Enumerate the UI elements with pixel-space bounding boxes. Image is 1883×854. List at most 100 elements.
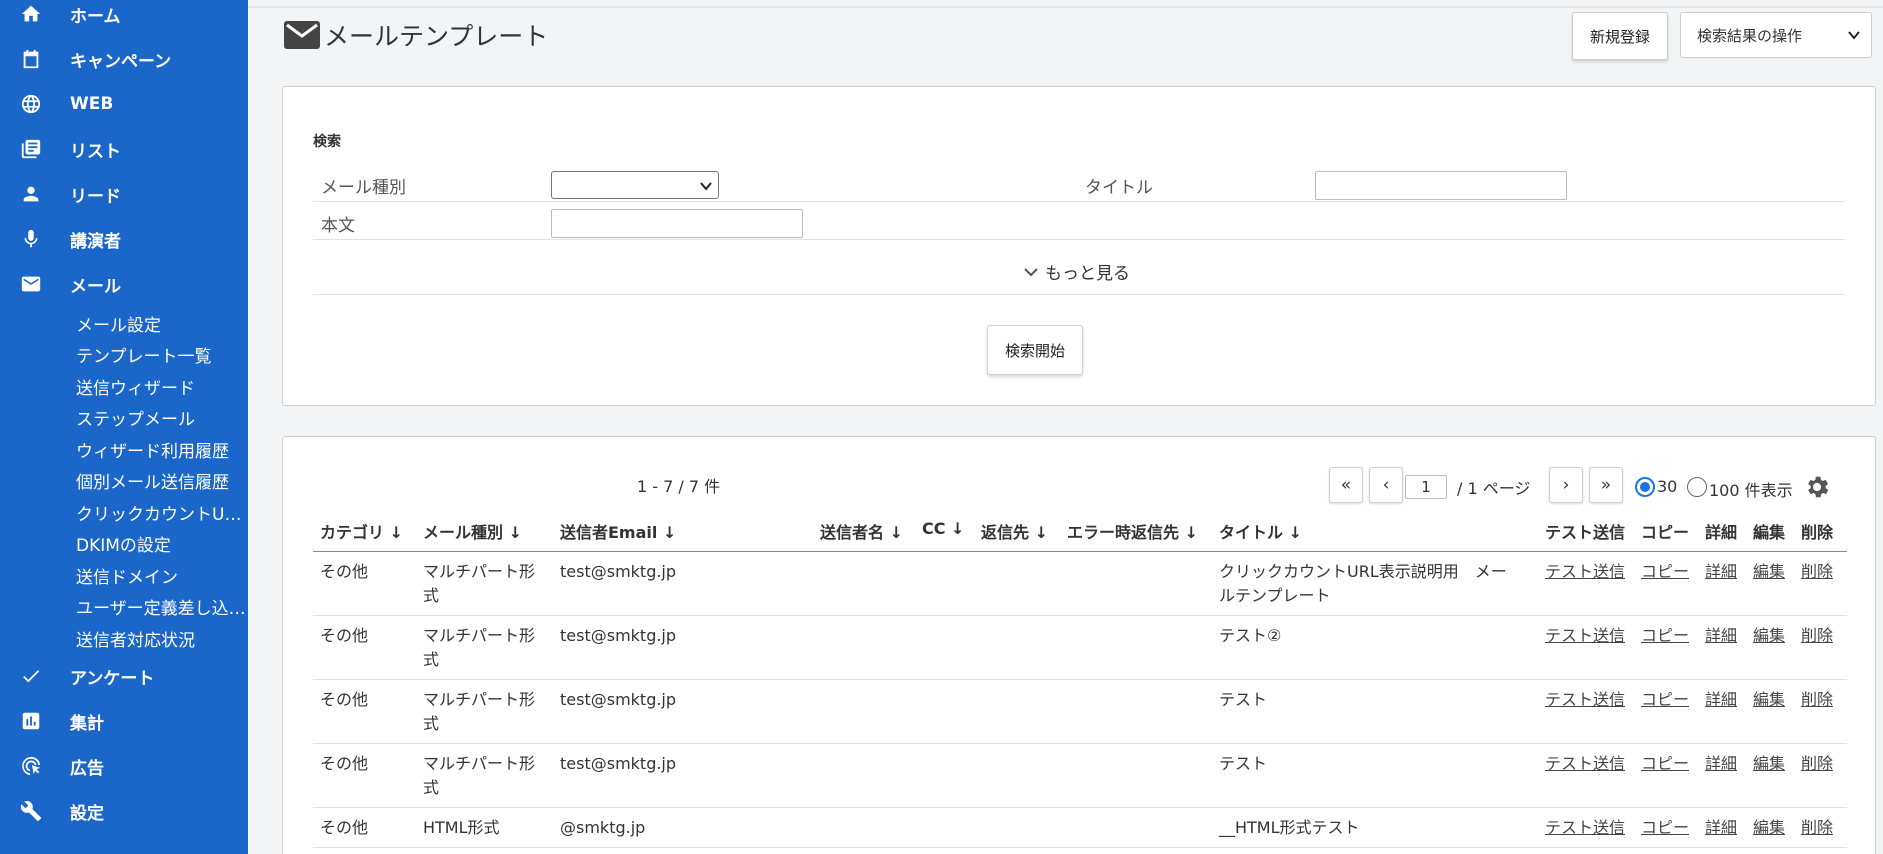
cell-mail-type: マルチパート形式 xyxy=(423,562,536,605)
col-header-sender-name[interactable]: 送信者名 ↓ xyxy=(820,519,903,543)
sidebar-subitem-individual-history[interactable]: 個別メール送信履歴 xyxy=(76,468,246,493)
row-divider xyxy=(313,201,1845,202)
delete-link[interactable]: 削除 xyxy=(1801,752,1833,776)
cell-sender-email: test@smktg.jp xyxy=(560,562,677,581)
sidebar-subitem-dkim[interactable]: DKIMの設定 xyxy=(76,531,246,556)
delete-link[interactable]: 削除 xyxy=(1801,688,1833,712)
search-result-ops-select[interactable]: 検索結果の操作 xyxy=(1680,12,1872,58)
edit-link[interactable]: 編集 xyxy=(1753,624,1785,648)
sidebar-item-survey[interactable]: アンケート xyxy=(0,656,248,696)
chevron-down-icon xyxy=(1848,31,1860,40)
col-header-reply-to[interactable]: 返信先 ↓ xyxy=(981,519,1048,543)
sidebar-subitem-mail-settings[interactable]: メール設定 xyxy=(76,311,246,336)
result-count: 1 - 7 / 7 件 xyxy=(637,477,721,496)
detail-link[interactable]: 詳細 xyxy=(1705,560,1737,584)
sidebar-item-analytics[interactable]: 集計 xyxy=(0,701,248,741)
sidebar-item-speaker[interactable]: 講演者 xyxy=(0,219,248,259)
copy-link[interactable]: コピー xyxy=(1641,688,1689,712)
sidebar-item-campaign[interactable]: キャンペーン xyxy=(0,39,248,79)
sidebar-item-ads[interactable]: 広告 xyxy=(0,746,248,786)
sidebar-item-label: 広告 xyxy=(70,758,104,779)
prev-page-button[interactable]: ‹ xyxy=(1369,467,1403,503)
sidebar-subitem-sender-status[interactable]: 送信者対応状況 xyxy=(76,626,246,651)
detail-link[interactable]: 詳細 xyxy=(1705,624,1737,648)
sidebar-subitem-user-defined[interactable]: ユーザー定義差し込… xyxy=(76,594,246,619)
cell-sender-email: test@smktg.jp xyxy=(560,754,677,773)
col-header-cc[interactable]: CC ↓ xyxy=(922,519,964,538)
copy-link[interactable]: コピー xyxy=(1641,560,1689,584)
cell-category: その他 xyxy=(320,562,369,581)
col-header-error-reply[interactable]: エラー時返信先 ↓ xyxy=(1067,519,1198,543)
cell-sender-email: test@smktg.jp xyxy=(560,690,677,709)
show-more-toggle[interactable]: もっと見る xyxy=(1023,259,1130,284)
page-number-input[interactable]: 1 xyxy=(1405,475,1447,499)
sidebar-subitem-send-wizard[interactable]: 送信ウィザード xyxy=(76,374,246,399)
edit-link[interactable]: 編集 xyxy=(1753,816,1785,840)
test-send-link[interactable]: テスト送信 xyxy=(1545,752,1625,776)
edit-link[interactable]: 編集 xyxy=(1753,688,1785,712)
body-label: 本文 xyxy=(321,216,355,236)
col-header-mail-type[interactable]: メール種別 ↓ xyxy=(423,519,522,543)
sidebar-item-web[interactable]: WEB xyxy=(0,84,248,124)
detail-link[interactable]: 詳細 xyxy=(1705,688,1737,712)
copy-link[interactable]: コピー xyxy=(1641,752,1689,776)
mail-type-select[interactable] xyxy=(551,171,719,199)
sidebar-subitem-template-list[interactable]: テンプレート一覧 xyxy=(76,342,246,367)
sidebar-item-home[interactable]: ホーム xyxy=(0,0,248,34)
sidebar-item-label: 設定 xyxy=(70,803,104,824)
detail-link[interactable]: 詳細 xyxy=(1705,752,1737,776)
test-send-link[interactable]: テスト送信 xyxy=(1545,624,1625,648)
body-input[interactable] xyxy=(551,209,803,238)
col-header-sender-email[interactable]: 送信者Email ↓ xyxy=(560,519,676,543)
globe-icon xyxy=(20,93,42,115)
search-start-button[interactable]: 検索開始 xyxy=(987,325,1083,375)
cell-category: その他 xyxy=(320,818,369,837)
first-page-button[interactable]: « xyxy=(1329,467,1363,503)
col-header-category[interactable]: カテゴリ ↓ xyxy=(320,519,403,543)
cell-category: その他 xyxy=(320,754,369,773)
detail-link[interactable]: 詳細 xyxy=(1705,816,1737,840)
copy-link[interactable]: コピー xyxy=(1641,624,1689,648)
sidebar-subitem-send-domain[interactable]: 送信ドメイン xyxy=(76,563,246,588)
test-send-link[interactable]: テスト送信 xyxy=(1545,816,1625,840)
mail-type-label: メール種別 xyxy=(321,178,406,198)
delete-link[interactable]: 削除 xyxy=(1801,816,1833,840)
mail-icon xyxy=(284,21,320,49)
cell-sender-email: @smktg.jp xyxy=(560,818,646,837)
search-panel: 検索 メール種別 タイトル 本文 もっと見る 検索開始 xyxy=(282,86,1876,406)
copy-link[interactable]: コピー xyxy=(1641,816,1689,840)
chevron-down-icon xyxy=(700,182,712,191)
home-icon xyxy=(20,3,42,25)
sidebar-subitem-step-mail[interactable]: ステップメール xyxy=(76,405,246,430)
sidebar-subitem-wizard-history[interactable]: ウィザード利用履歴 xyxy=(76,437,246,462)
sidebar-subitem-click-count[interactable]: クリックカウントU… xyxy=(76,500,246,525)
edit-link[interactable]: 編集 xyxy=(1753,560,1785,584)
test-send-link[interactable]: テスト送信 xyxy=(1545,560,1625,584)
per-page-100-radio[interactable] xyxy=(1687,477,1707,497)
table-row: その他 マルチパート形式 test@smktg.jp クリックカウントURL表示… xyxy=(313,552,1847,616)
new-register-button[interactable]: 新規登録 xyxy=(1572,12,1668,60)
sidebar-item-lead[interactable]: リード xyxy=(0,174,248,214)
cell-title: テスト② xyxy=(1219,626,1282,645)
cell-title: テスト xyxy=(1219,754,1268,773)
col-header-title[interactable]: タイトル ↓ xyxy=(1219,519,1302,543)
delete-link[interactable]: 削除 xyxy=(1801,560,1833,584)
gear-icon[interactable] xyxy=(1803,473,1831,501)
next-page-button[interactable]: › xyxy=(1549,467,1583,503)
chart-icon xyxy=(20,710,42,732)
sidebar-item-list[interactable]: リスト xyxy=(0,129,248,169)
delete-link[interactable]: 削除 xyxy=(1801,624,1833,648)
chevron-down-icon xyxy=(1024,267,1038,276)
cell-title: クリックカウントURL表示説明用 メー ルテンプレート xyxy=(1219,562,1507,605)
last-page-button[interactable]: » xyxy=(1589,467,1623,503)
title-input[interactable] xyxy=(1315,171,1567,200)
table-row: その他 マルチパート形式 test@smktg.jp テスト テスト送信 コピー… xyxy=(313,744,1847,808)
top-divider xyxy=(248,6,1883,8)
edit-link[interactable]: 編集 xyxy=(1753,752,1785,776)
sidebar-item-mail[interactable]: メール xyxy=(0,264,248,304)
cell-mail-type: マルチパート形式 xyxy=(423,690,536,733)
sidebar-item-settings[interactable]: 設定 xyxy=(0,791,248,831)
per-page-100-label: 100 件表示 xyxy=(1709,481,1793,500)
per-page-30-radio[interactable] xyxy=(1635,477,1655,497)
test-send-link[interactable]: テスト送信 xyxy=(1545,688,1625,712)
